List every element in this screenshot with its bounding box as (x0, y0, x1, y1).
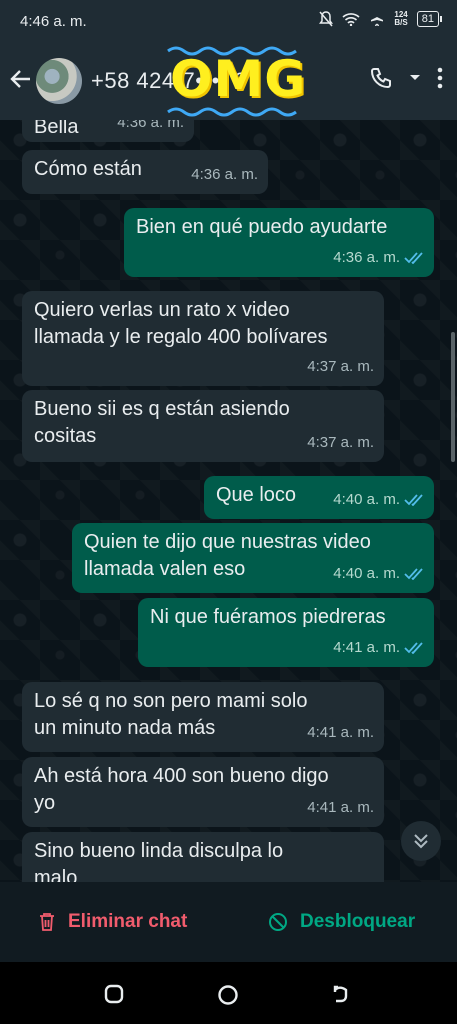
read-receipt-icon (404, 567, 423, 580)
avatar[interactable] (36, 58, 82, 104)
mute-icon (319, 11, 334, 27)
message-meta: 4:40 a. m. (333, 486, 424, 513)
system-nav-bar (0, 962, 457, 1024)
message-meta: 4:41 a. m. (307, 794, 374, 821)
trash-icon (40, 913, 54, 931)
message-bubble[interactable]: Quiero verlas un rato x video llamada y … (22, 291, 384, 386)
message-meta: 4:36 a. m. (117, 120, 184, 136)
delete-chat-button[interactable]: Eliminar chat (38, 911, 187, 933)
status-time: 4:46 a. m. (20, 13, 87, 30)
read-receipt-icon (404, 251, 423, 264)
message-bubble[interactable]: Que loco 4:40 a. m. (204, 476, 434, 519)
message-time: 4:36 a. m. (333, 249, 400, 266)
status-bar: 4:46 a. m. 124 B/S 81 (0, 0, 457, 44)
message-bubble[interactable]: Bella 4:36 a. m. (22, 120, 194, 142)
message-time: 4:40 a. m. (333, 491, 400, 508)
header-actions (369, 66, 443, 90)
chat-header: +58 424-7•••• 8 OMG (0, 44, 457, 120)
message-time: 4:36 a. m. (191, 166, 258, 183)
dropdown-icon[interactable] (409, 74, 421, 82)
message-meta: 4:36 a. m. (333, 244, 424, 271)
message-bubble[interactable]: Ni que fuéramos piedreras 4:41 a. m. (138, 598, 434, 667)
message-meta: 4:40 a. m. (333, 560, 424, 587)
message-bubble[interactable]: Bueno sii es q están asiendo cositas 4:3… (22, 390, 384, 462)
message-meta: 4:41 a. m. (333, 634, 424, 661)
message-text: Sino bueno linda disculpa lo malo (34, 840, 284, 882)
phone-icon[interactable] (369, 66, 393, 90)
delete-chat-label: Eliminar chat (68, 911, 188, 932)
message-meta: 4:36 a. m. (191, 161, 258, 188)
recents-icon[interactable] (104, 984, 124, 1004)
wifi-icon (342, 13, 360, 26)
double-chevron-down-icon (414, 834, 428, 849)
back-icon[interactable] (332, 984, 352, 1004)
message-bubble[interactable]: Sino bueno linda disculpa lo malo (22, 832, 384, 882)
message-bubble[interactable]: Ah está hora 400 son bueno digo yo 4:41 … (22, 757, 384, 827)
read-receipt-icon (404, 641, 423, 654)
read-receipt-icon (404, 493, 423, 506)
message-meta: 4:41 a. m. (307, 719, 374, 746)
block-icon (269, 913, 287, 931)
message-meta: 4:37 a. m. (307, 429, 374, 456)
status-icons: 124 B/S 81 (319, 11, 443, 27)
message-time: 4:36 a. m. (117, 120, 184, 131)
message-bubble[interactable]: Bien en qué puedo ayudarte 4:36 a. m. (124, 208, 434, 277)
network-speed-icon: 124 B/S (394, 11, 407, 27)
home-icon[interactable] (217, 984, 239, 1006)
message-bubble[interactable]: Lo sé q no son pero mami solo un minuto … (22, 682, 384, 752)
message-time: 4:41 a. m. (307, 724, 374, 741)
message-meta: 4:37 a. m. (307, 353, 374, 380)
unblock-label: Desbloquear (300, 911, 416, 932)
scroll-to-bottom-button[interactable] (401, 821, 441, 861)
chat-area[interactable]: Bella 4:36 a. m. Cómo están 4:36 a. m. B… (0, 120, 457, 882)
airplane-icon (371, 12, 384, 26)
message-text: Quiero verlas un rato x video llamada y … (34, 299, 328, 348)
message-time: 4:37 a. m. (307, 358, 374, 375)
message-text: Ni que fuéramos piedreras (150, 606, 386, 628)
message-text: Bien en qué puedo ayudarte (136, 216, 388, 238)
message-bubble[interactable]: Cómo están 4:36 a. m. (22, 150, 268, 194)
back-arrow-icon[interactable] (8, 66, 34, 92)
message-time: 4:37 a. m. (307, 434, 374, 451)
message-time: 4:41 a. m. (307, 799, 374, 816)
more-vert-icon[interactable] (437, 67, 443, 89)
sticker-text: OMG (170, 50, 307, 108)
blocked-actions-bar: Eliminar chat Desbloquear (0, 882, 457, 962)
speed-unit: B/S (394, 18, 408, 27)
message-time: 4:40 a. m. (333, 565, 400, 582)
message-bubble[interactable]: Quien te dijo que nuestras video llamada… (72, 523, 434, 593)
battery-icon: 81 (416, 11, 443, 27)
omg-sticker: OMG (166, 46, 305, 118)
scrollbar[interactable] (451, 332, 455, 462)
unblock-button[interactable]: Desbloquear (268, 911, 415, 933)
message-time: 4:41 a. m. (333, 639, 400, 656)
